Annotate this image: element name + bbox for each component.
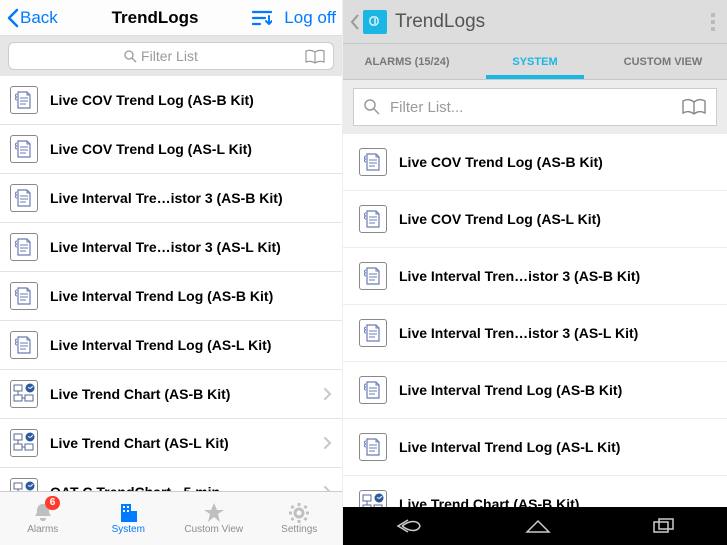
trend-log-icon bbox=[10, 233, 38, 261]
list-item-label: Live Interval Trend Log (AS-B Kit) bbox=[399, 382, 622, 398]
list-item[interactable]: Live Interval Tren…istor 3 (AS-L Kit) bbox=[343, 305, 727, 362]
filter-input[interactable]: Filter List... bbox=[353, 88, 717, 126]
ios-screen: Back TrendLogs Log off Filter List Live … bbox=[0, 0, 343, 545]
trend-chart-icon bbox=[10, 429, 38, 457]
list-item[interactable]: Live Interval Tre…istor 3 (AS-B Kit) bbox=[0, 174, 342, 223]
list-item-label: Live Interval Trend Log (AS-L Kit) bbox=[50, 337, 271, 353]
list-item[interactable]: Live Interval Trend Log (AS-L Kit) bbox=[343, 419, 727, 476]
tab-badge: 6 bbox=[45, 496, 61, 510]
overflow-menu-icon[interactable] bbox=[711, 13, 721, 31]
book-icon[interactable] bbox=[305, 49, 325, 64]
trend-log-icon bbox=[359, 205, 387, 233]
list-item[interactable]: Live Interval Trend Log (AS-B Kit) bbox=[0, 272, 342, 321]
list-item[interactable]: Live Interval Trend Log (AS-L Kit) bbox=[0, 321, 342, 370]
list-item[interactable]: Live COV Trend Log (AS-L Kit) bbox=[343, 191, 727, 248]
tab-label: Alarms bbox=[27, 524, 58, 535]
book-icon[interactable] bbox=[682, 98, 706, 116]
ios-tabbar: 6 Alarms System Custom View Settings bbox=[0, 491, 342, 545]
list-item[interactable]: Live Interval Tre…istor 3 (AS-L Kit) bbox=[0, 223, 342, 272]
chevron-right-icon bbox=[323, 387, 332, 401]
ios-list[interactable]: Live COV Trend Log (AS-B Kit) Live COV Tr… bbox=[0, 76, 342, 491]
trend-chart-icon bbox=[10, 478, 38, 491]
list-item-label: Live COV Trend Log (AS-L Kit) bbox=[399, 211, 601, 227]
trend-log-icon bbox=[10, 135, 38, 163]
list-item-label: Live Interval Tre…istor 3 (AS-L Kit) bbox=[50, 239, 281, 255]
tab-label: Settings bbox=[281, 524, 317, 535]
list-item[interactable]: Live Interval Trend Log (AS-B Kit) bbox=[343, 362, 727, 419]
trend-log-icon bbox=[359, 262, 387, 290]
android-navbar bbox=[343, 507, 727, 545]
list-item-label: Live Interval Trend Log (AS-B Kit) bbox=[50, 288, 273, 304]
list-item[interactable]: Live Trend Chart (AS-L Kit) bbox=[0, 419, 342, 468]
list-item[interactable]: OAT C TrendChart - 5 min bbox=[0, 468, 342, 491]
back-label: Back bbox=[20, 8, 58, 28]
android-recent-icon[interactable] bbox=[652, 518, 676, 534]
list-item-label: Live Trend Chart (AS-B Kit) bbox=[399, 496, 579, 507]
android-screen: TrendLogs ALARMS (15/24)SYSTEMCUSTOM VIE… bbox=[343, 0, 727, 545]
list-item-label: Live Trend Chart (AS-L Kit) bbox=[50, 435, 229, 451]
trend-log-icon bbox=[359, 376, 387, 404]
trend-chart-icon bbox=[359, 490, 387, 507]
tab-alarms-15-24-[interactable]: ALARMS (15/24) bbox=[343, 44, 471, 79]
filter-placeholder: Filter List bbox=[141, 48, 198, 64]
trend-log-icon bbox=[10, 184, 38, 212]
tab-label: Custom View bbox=[184, 524, 243, 535]
android-home-icon[interactable] bbox=[525, 518, 551, 534]
tab-settings[interactable]: Settings bbox=[257, 492, 343, 545]
android-searchwrap: Filter List... bbox=[343, 80, 727, 134]
filter-placeholder: Filter List... bbox=[390, 99, 672, 116]
tab-label: System bbox=[112, 524, 145, 535]
list-item[interactable]: Live COV Trend Log (AS-L Kit) bbox=[0, 125, 342, 174]
list-item[interactable]: Live Trend Chart (AS-B Kit) bbox=[0, 370, 342, 419]
list-item-label: Live COV Trend Log (AS-B Kit) bbox=[399, 154, 603, 170]
list-item-label: Live Interval Tre…istor 3 (AS-B Kit) bbox=[50, 190, 283, 206]
tab-system[interactable]: SYSTEM bbox=[471, 44, 599, 79]
tab-alarms[interactable]: 6 Alarms bbox=[0, 492, 86, 545]
logoff-button[interactable]: Log off bbox=[284, 8, 336, 28]
tab-system[interactable]: System bbox=[86, 492, 172, 545]
star-icon bbox=[202, 502, 226, 524]
trend-log-icon bbox=[10, 86, 38, 114]
sort-icon[interactable] bbox=[252, 10, 272, 26]
trend-chart-icon bbox=[10, 380, 38, 408]
list-item[interactable]: Live Interval Tren…istor 3 (AS-B Kit) bbox=[343, 248, 727, 305]
android-list[interactable]: Live COV Trend Log (AS-B Kit) Live COV Tr… bbox=[343, 134, 727, 507]
trend-log-icon bbox=[10, 282, 38, 310]
app-icon[interactable] bbox=[363, 10, 387, 34]
building-icon bbox=[117, 502, 139, 524]
gear-icon bbox=[287, 502, 311, 524]
list-item-label: Live Trend Chart (AS-B Kit) bbox=[50, 386, 230, 402]
back-button[interactable]: Back bbox=[6, 8, 58, 28]
list-item[interactable]: Live COV Trend Log (AS-B Kit) bbox=[343, 134, 727, 191]
list-item-label: OAT C TrendChart - 5 min bbox=[50, 484, 220, 491]
trend-log-icon bbox=[359, 148, 387, 176]
tab-custom-view[interactable]: CUSTOM VIEW bbox=[599, 44, 727, 79]
android-title: TrendLogs bbox=[395, 11, 485, 33]
search-icon bbox=[124, 50, 137, 63]
list-item[interactable]: Live Trend Chart (AS-B Kit) bbox=[343, 476, 727, 507]
chevron-right-icon bbox=[323, 436, 332, 450]
page-title: TrendLogs bbox=[112, 8, 199, 28]
ios-searchbar: Filter List bbox=[0, 36, 342, 76]
ios-navbar: Back TrendLogs Log off bbox=[0, 0, 342, 36]
trend-log-icon bbox=[359, 319, 387, 347]
up-button[interactable] bbox=[349, 13, 361, 31]
list-item-label: Live Interval Trend Log (AS-L Kit) bbox=[399, 439, 620, 455]
list-item-label: Live Interval Tren…istor 3 (AS-L Kit) bbox=[399, 325, 638, 341]
filter-input[interactable]: Filter List bbox=[8, 42, 334, 70]
android-tabs: ALARMS (15/24)SYSTEMCUSTOM VIEW bbox=[343, 44, 727, 80]
list-item-label: Live Interval Tren…istor 3 (AS-B Kit) bbox=[399, 268, 640, 284]
trend-log-icon bbox=[359, 433, 387, 461]
android-back-icon[interactable] bbox=[394, 518, 424, 534]
list-item-label: Live COV Trend Log (AS-B Kit) bbox=[50, 92, 254, 108]
chevron-left-icon bbox=[6, 8, 20, 28]
list-item-label: Live COV Trend Log (AS-L Kit) bbox=[50, 141, 252, 157]
search-icon bbox=[364, 99, 380, 115]
tab-custom-view[interactable]: Custom View bbox=[171, 492, 257, 545]
list-item[interactable]: Live COV Trend Log (AS-B Kit) bbox=[0, 76, 342, 125]
trend-log-icon bbox=[10, 331, 38, 359]
android-actionbar: TrendLogs bbox=[343, 0, 727, 44]
